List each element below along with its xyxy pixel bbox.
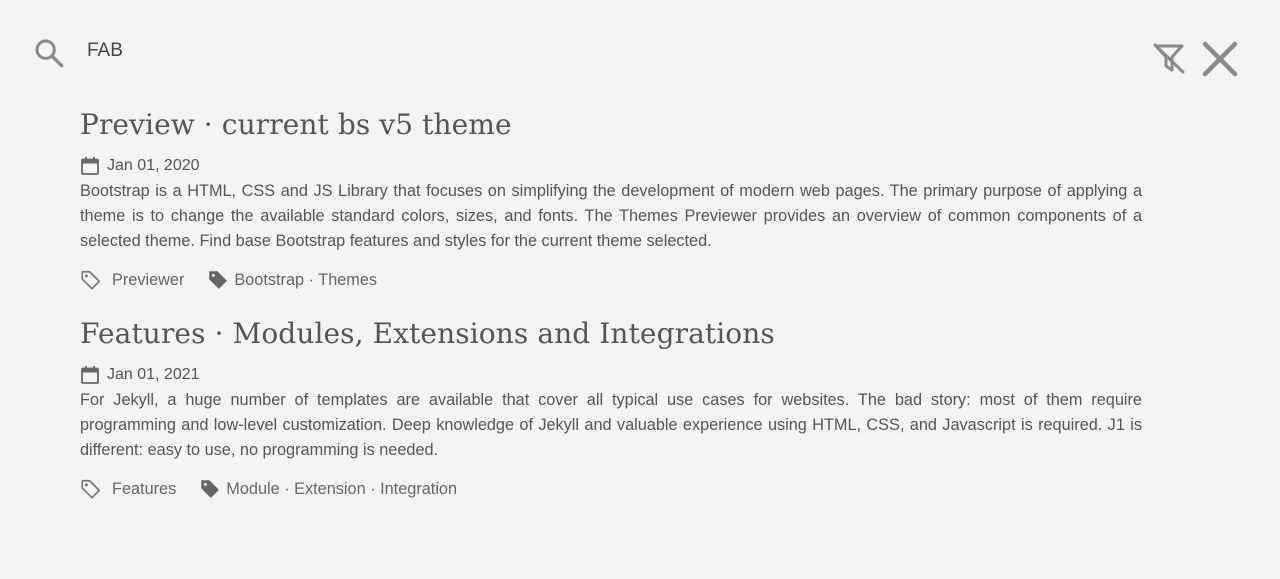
tag-filled-icon — [201, 480, 220, 498]
result-category-text[interactable]: Features — [112, 480, 176, 499]
result-tags-text[interactable]: Bootstrap · Themes — [234, 271, 377, 290]
close-icon[interactable] — [1201, 40, 1239, 78]
calendar-icon — [81, 366, 99, 384]
result-category: Previewer — [80, 269, 184, 291]
result-title-link[interactable]: Preview · current bs v5 theme — [80, 104, 1142, 146]
result-tags-text[interactable]: Module · Extension · Integration — [226, 480, 457, 499]
tag-filled-icon — [209, 271, 228, 289]
result-date-text: Jan 01, 2020 — [107, 157, 200, 174]
result-meta: Features Module · Extension · Integratio… — [80, 477, 1142, 501]
search-result: Preview · current bs v5 theme Jan 01, 20… — [80, 104, 1142, 292]
tag-outline-icon — [81, 479, 101, 499]
result-title-link[interactable]: Features · Modules, Extensions and Integ… — [80, 313, 1142, 355]
result-excerpt: Bootstrap is a HTML, CSS and JS Library … — [80, 182, 1142, 250]
search-input[interactable] — [87, 36, 1087, 66]
result-date: Jan 01, 2021 — [80, 363, 1142, 387]
tag-outline-icon — [81, 270, 101, 290]
search-result: Features · Modules, Extensions and Integ… — [80, 313, 1142, 501]
result-tags: Module · Extension · Integration — [200, 479, 457, 499]
result-date-text: Jan 01, 2021 — [107, 366, 200, 383]
filter-off-icon[interactable] — [1152, 42, 1186, 74]
search-overlay: Preview · current bs v5 theme Jan 01, 20… — [0, 0, 1280, 579]
result-meta: Previewer Bootstrap · Themes — [80, 268, 1142, 292]
result-excerpt: For Jekyll, a huge number of templates a… — [80, 391, 1142, 459]
calendar-icon — [81, 157, 99, 175]
search-results: Preview · current bs v5 theme Jan 01, 20… — [80, 104, 1142, 501]
search-icon — [35, 39, 64, 68]
result-date: Jan 01, 2020 — [80, 154, 1142, 178]
result-category: Features — [80, 478, 176, 500]
result-tags: Bootstrap · Themes — [208, 270, 377, 290]
result-category-text[interactable]: Previewer — [112, 271, 184, 290]
